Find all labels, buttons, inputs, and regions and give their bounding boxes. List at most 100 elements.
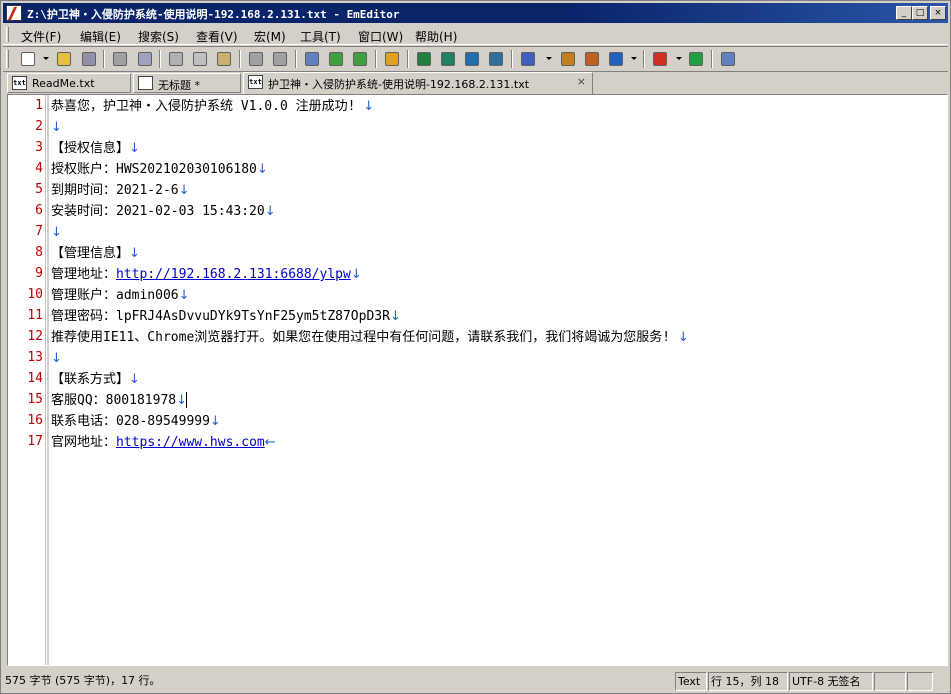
minimize-button[interactable]: _ [896, 6, 912, 20]
editor-line[interactable]: 【管理信息】↓ [51, 243, 140, 264]
view-mode-4-button[interactable] [487, 50, 505, 68]
paste-button[interactable] [215, 50, 233, 68]
find-previous-icon [353, 52, 367, 66]
editor-line[interactable]: 到期时间：2021-2-6↓ [51, 180, 190, 201]
find-next-button[interactable] [327, 50, 345, 68]
tab-untitled[interactable]: 无标题 * [133, 73, 241, 93]
paste-icon [217, 52, 231, 66]
redo-icon [273, 52, 287, 66]
find-icon [305, 52, 319, 66]
copy-button[interactable] [191, 50, 209, 68]
menu-edit[interactable]: 编辑(E) [80, 28, 121, 45]
tab-manual[interactable]: txt 护卫神・入侵防护系统-使用说明-192.168.2.131.txt × [243, 72, 593, 94]
configuration-button[interactable] [519, 50, 537, 68]
print-button[interactable] [111, 50, 129, 68]
menu-file[interactable]: 文件(F) [21, 28, 61, 45]
resize-grip[interactable] [934, 672, 948, 691]
menu-tools[interactable]: 工具(T) [300, 28, 341, 45]
line-number: 16 [27, 413, 43, 428]
line-text: 管理账户：admin006 [51, 288, 179, 303]
editor-line[interactable]: 安装时间：2021-02-03 15:43:20↓ [51, 201, 276, 222]
editor-line[interactable]: 联系电话：028-89549999↓ [51, 411, 221, 432]
undo-button[interactable] [247, 50, 265, 68]
tools-button[interactable] [719, 50, 737, 68]
app-icon[interactable] [6, 5, 22, 21]
customize-button[interactable] [583, 50, 601, 68]
newline-marker-icon: ↓ [178, 183, 190, 198]
editor-line[interactable]: 管理密码：lpFRJ4AsDvvuDYk9TsYnF25ym5tZ87OpD3R… [51, 306, 401, 327]
save-button[interactable] [80, 50, 98, 68]
dropdown-arrow-icon[interactable] [676, 57, 682, 60]
line-number: 3 [35, 140, 43, 155]
tab-close-icon[interactable]: × [577, 75, 586, 88]
editor-line[interactable]: 管理地址：http://192.168.2.131:6688/ylpw↓ [51, 264, 362, 285]
eof-marker-icon: ← [264, 435, 276, 450]
line-number-gutter[interactable]: 1 2 3 4 5 6 7 8 9 10 11 12 13 14 15 16 17 [8, 95, 46, 665]
cut-button[interactable] [167, 50, 185, 68]
editor-line[interactable]: ↓ [51, 348, 62, 369]
dropdown-arrow-icon[interactable] [631, 57, 637, 60]
checklist-icon [609, 52, 623, 66]
line-text: 管理密码：lpFRJ4AsDvvuDYk9TsYnF25ym5tZ87OpD3R [51, 309, 390, 324]
editor-line[interactable]: ↓ [51, 117, 62, 138]
editor-line[interactable]: 【联系方式】↓ [51, 369, 140, 390]
tab-readme[interactable]: txt ReadMe.txt [7, 73, 131, 93]
menu-search[interactable]: 搜索(S) [138, 28, 179, 45]
find-previous-button[interactable] [351, 50, 369, 68]
open-folder-icon [57, 52, 71, 66]
editor-line[interactable]: 管理账户：admin006↓ [51, 285, 190, 306]
text-file-icon: txt [248, 75, 263, 89]
customize-icon [585, 52, 599, 66]
status-position[interactable]: 行 15，列 18 [708, 672, 788, 691]
properties-button[interactable] [559, 50, 577, 68]
line-text: 客服QQ：800181978 [51, 393, 177, 408]
editor-line[interactable]: 恭喜您，护卫神・入侵防护系统 V1.0.0 注册成功! ↓ [51, 96, 374, 117]
open-folder-button[interactable] [55, 50, 73, 68]
emeditor-window: Z:\护卫神・入侵防护系统-使用说明-192.168.2.131.txt - E… [0, 0, 951, 694]
close-button[interactable]: × [930, 6, 946, 20]
view-mode-4-icon [489, 52, 503, 66]
toolbar-separator [295, 50, 297, 68]
menu-macro[interactable]: 宏(M) [254, 28, 286, 45]
window-title: Z:\护卫神・入侵防护系统-使用说明-192.168.2.131.txt - E… [27, 8, 400, 21]
checklist-button[interactable] [607, 50, 625, 68]
menu-view[interactable]: 查看(V) [196, 28, 238, 45]
editor-line[interactable]: 推荐使用IE11、Chrome浏览器打开。如果您在使用过程中有任何问题，请联系我… [51, 327, 689, 348]
editor-line[interactable]: 官网地址：https://www.hws.com← [51, 432, 276, 453]
status-mode[interactable]: Text [675, 672, 707, 691]
print-preview-button[interactable] [136, 50, 154, 68]
dropdown-arrow-icon[interactable] [546, 57, 552, 60]
editor-line[interactable]: 授权账户：HWS202102030106180↓ [51, 159, 268, 180]
run-macro-button[interactable] [687, 50, 705, 68]
maximize-button[interactable]: □ [912, 6, 928, 20]
toolbar-grip[interactable] [6, 50, 9, 68]
view-mode-2-button[interactable] [439, 50, 457, 68]
editor-line[interactable]: 客服QQ：800181978↓ [51, 390, 187, 411]
newline-marker-icon: ↓ [677, 330, 689, 345]
view-mode-2-icon [441, 52, 455, 66]
find-button[interactable] [303, 50, 321, 68]
editor-line[interactable]: ↓ [51, 222, 62, 243]
menu-grip[interactable] [6, 27, 9, 42]
stop-record-button[interactable] [651, 50, 669, 68]
dropdown-arrow-icon[interactable] [43, 57, 49, 60]
redo-button[interactable] [271, 50, 289, 68]
line-number: 6 [35, 203, 43, 218]
toolbar-separator [407, 50, 409, 68]
menu-window[interactable]: 窗口(W) [358, 28, 403, 45]
new-file-button[interactable] [19, 50, 37, 68]
view-mode-3-button[interactable] [463, 50, 481, 68]
url-link[interactable]: http://192.168.2.131:6688/ylpw [116, 267, 351, 282]
text-area[interactable]: 恭喜您，护卫神・入侵防护系统 V1.0.0 注册成功! ↓ ↓ 【授权信息】↓ 授权账… [50, 95, 947, 665]
view-mode-1-button[interactable] [415, 50, 433, 68]
status-encoding[interactable]: UTF-8 无签名 [789, 672, 873, 691]
tab-label: 护卫神・入侵防护系统-使用说明-192.168.2.131.txt [268, 78, 530, 91]
highlight-icon [385, 52, 399, 66]
url-link[interactable]: https://www.hws.com [116, 435, 265, 450]
highlight-button[interactable] [383, 50, 401, 68]
title-bar[interactable]: Z:\护卫神・入侵防护系统-使用说明-192.168.2.131.txt - E… [3, 3, 948, 23]
editor-line[interactable]: 【授权信息】↓ [51, 138, 140, 159]
newline-marker-icon: ↓ [129, 141, 140, 156]
line-number: 15 [27, 392, 43, 407]
menu-help[interactable]: 帮助(H) [415, 28, 457, 45]
